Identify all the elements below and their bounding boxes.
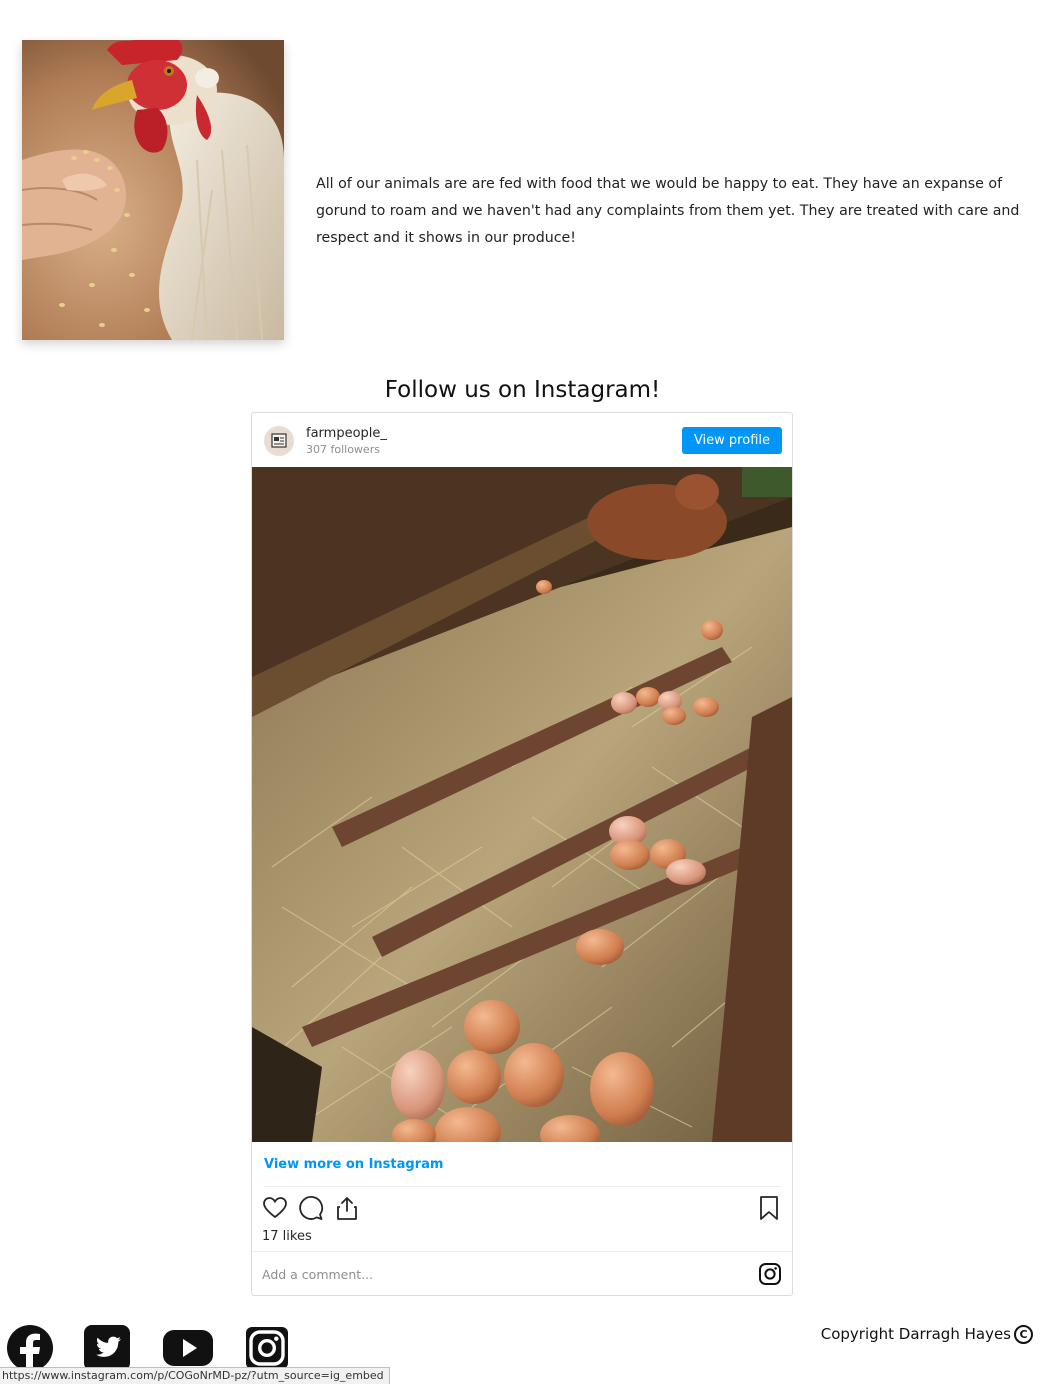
avatar[interactable]	[264, 426, 294, 456]
copyright-icon: C	[1014, 1325, 1033, 1344]
comment-input[interactable]	[262, 1261, 732, 1287]
view-profile-button[interactable]: View profile	[681, 427, 782, 454]
status-bar-url: https://www.instagram.com/p/COGoNrMD-pz/…	[0, 1367, 390, 1384]
chicken-photo	[22, 40, 284, 340]
comment-icon[interactable]	[296, 1193, 326, 1223]
youtube-icon[interactable]	[162, 1324, 214, 1372]
divider	[252, 1251, 792, 1252]
divider	[264, 1186, 781, 1187]
likes-count: 17 likes	[262, 1229, 312, 1244]
copyright: Copyright Darragh Hayes C	[821, 1325, 1033, 1344]
facebook-icon[interactable]	[6, 1324, 54, 1372]
copyright-text: Copyright Darragh Hayes	[820, 1325, 1011, 1343]
instagram-post-image[interactable]	[252, 467, 792, 1142]
instagram-icon[interactable]	[758, 1262, 782, 1286]
post-actions	[260, 1193, 784, 1223]
instagram-icon[interactable]	[243, 1324, 291, 1372]
instagram-embed-header: farmpeople_ 307 followers View profile	[252, 413, 792, 467]
instagram-username[interactable]: farmpeople_	[306, 426, 387, 441]
instagram-heading: Follow us on Instagram!	[384, 377, 661, 403]
heart-icon[interactable]	[260, 1193, 290, 1223]
twitter-icon[interactable]	[83, 1324, 131, 1372]
share-icon[interactable]	[332, 1193, 362, 1223]
instagram-followers: 307 followers	[306, 443, 380, 456]
view-more-link[interactable]: View more on Instagram	[264, 1157, 443, 1172]
instagram-embed: farmpeople_ 307 followers View profile V…	[251, 412, 793, 1296]
bookmark-icon[interactable]	[754, 1193, 784, 1223]
about-text: All of our animals are are fed with food…	[316, 176, 1020, 247]
